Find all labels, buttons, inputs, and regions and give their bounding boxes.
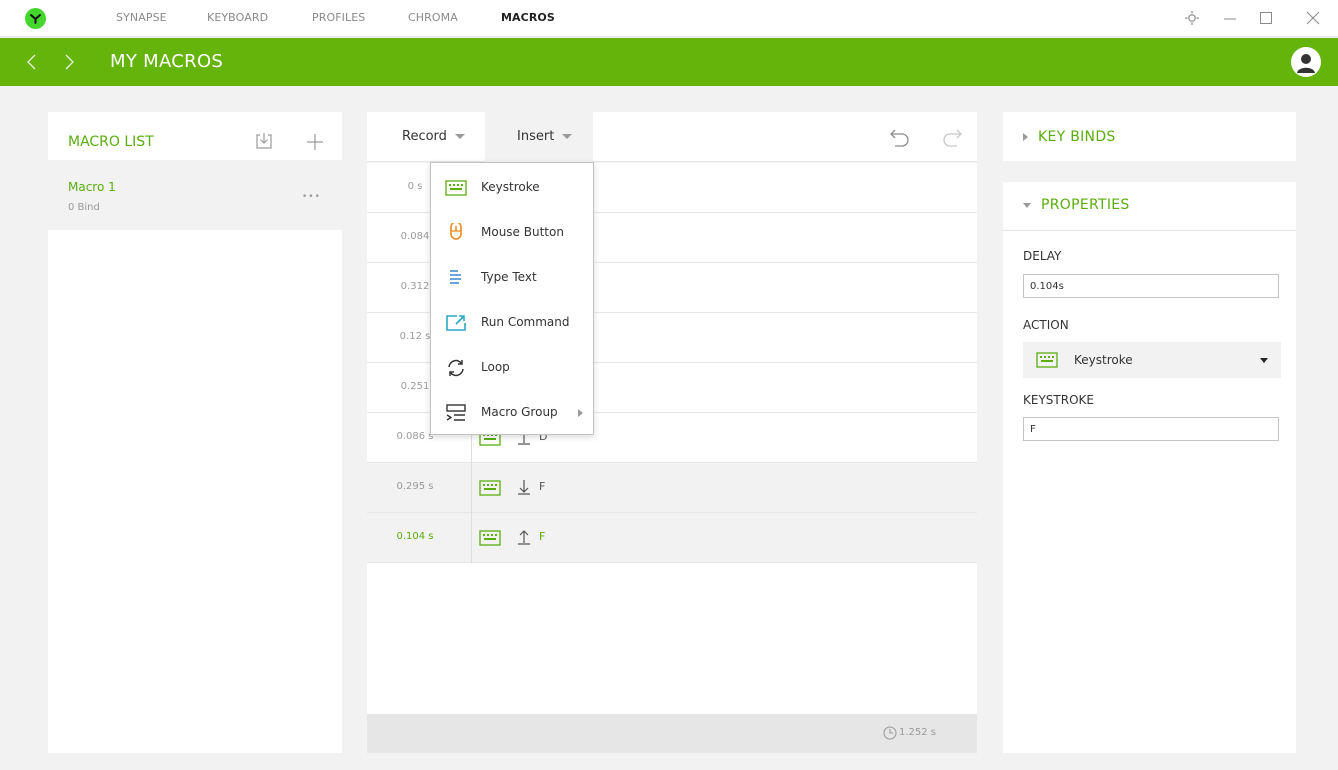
menu-item-label: Keystroke [481,180,540,194]
delay-label: DELAY [1023,249,1062,263]
keystroke-input[interactable]: F [1023,417,1279,441]
add-macro-icon[interactable] [306,133,324,151]
keyboard-icon [479,479,501,501]
properties-header[interactable]: PROPERTIES [1023,197,1130,213]
top-nav-bar: SYNAPSE KEYBOARD PROFILES CHROMA MACROS [0,0,1338,37]
minimize-icon[interactable] [1222,10,1238,26]
nav-chroma[interactable]: CHROMA [408,11,458,24]
mouse-icon [450,223,462,240]
macro-group-icon [446,404,466,421]
menu-item-run-command[interactable]: Run Command [431,300,593,345]
macro-action-row[interactable]: 0.104 s F [367,513,977,563]
action-value: Keystroke [1074,353,1133,367]
menu-item-macro-group[interactable]: Macro Group [431,390,593,435]
razer-logo-icon[interactable] [25,8,46,29]
properties-title: PROPERTIES [1041,197,1130,213]
row-key: F [539,530,546,543]
key-up-icon [517,528,531,550]
properties-panel: PROPERTIES DELAY 0.104s ACTION Keystroke… [1003,182,1296,753]
key-binds-panel[interactable]: KEY BINDS [1003,112,1296,161]
row-delay[interactable]: 0.104 s [367,531,463,542]
dropdown-caret-icon [1260,358,1268,363]
submenu-arrow-icon [578,409,583,417]
key-binds-title: KEY BINDS [1038,129,1116,145]
run-command-icon [446,315,466,331]
record-label: Record [402,129,447,144]
page-title: MY MACROS [110,51,224,72]
insert-menu: Keystroke Mouse Button Type Text Run Com… [430,162,594,435]
menu-item-mouse-button[interactable]: Mouse Button [431,210,593,255]
row-key: F [539,480,546,493]
macro-editor-toolbar: Record Insert [367,112,977,162]
delay-input[interactable]: 0.104s [1023,274,1279,298]
menu-item-label: Macro Group [481,405,558,419]
nav-keyboard[interactable]: KEYBOARD [207,11,268,24]
action-select[interactable]: Keystroke [1023,342,1281,378]
row-delay[interactable]: 0.295 s [367,481,463,492]
macro-list-title: MACRO LIST [68,134,154,150]
menu-item-label: Type Text [481,270,537,284]
menu-item-type-text[interactable]: Type Text [431,255,593,300]
keystroke-label: KEYSTROKE [1023,393,1094,407]
more-options-icon[interactable]: ••• [302,192,321,202]
divider [1003,230,1296,231]
menu-item-label: Mouse Button [481,225,564,239]
expand-arrow-icon [1023,133,1028,141]
menu-item-label: Run Command [481,315,570,329]
keyboard-icon [1036,352,1058,368]
undo-icon[interactable] [889,126,911,148]
loop-icon [448,359,464,377]
action-label: ACTION [1023,318,1069,332]
row-separator [471,463,472,513]
macro-editor-footer: 1.252 s [367,714,977,753]
macro-list-panel: MACRO LIST Macro 1 0 Bind ••• [48,112,342,753]
macro-list-item[interactable]: Macro 1 0 Bind ••• [48,160,342,230]
record-dropdown[interactable]: Record [402,112,482,162]
menu-item-label: Loop [481,360,510,374]
keyboard-icon [479,529,501,551]
settings-icon[interactable] [1184,10,1200,26]
back-arrow-icon[interactable] [25,52,39,72]
maximize-icon[interactable] [1258,10,1274,26]
total-time: 1.252 s [899,727,937,738]
page-header: MY MACROS [0,38,1338,86]
menu-item-keystroke[interactable]: Keystroke [431,165,593,210]
nav-synapse[interactable]: SYNAPSE [116,11,167,24]
insert-caret-icon [562,134,573,139]
keyboard-icon [445,180,467,196]
row-separator [471,513,472,563]
record-caret-icon [454,134,465,139]
nav-macros[interactable]: MACROS [501,11,555,24]
collapse-arrow-icon [1023,202,1031,208]
key-down-icon [517,478,531,500]
clock-icon [883,726,897,740]
insert-dropdown[interactable]: Insert [485,112,593,162]
import-icon[interactable] [254,131,274,151]
insert-label: Insert [517,129,555,144]
close-icon[interactable] [1305,10,1321,26]
macro-name: Macro 1 [68,180,116,194]
nav-profiles[interactable]: PROFILES [312,11,365,24]
menu-item-loop[interactable]: Loop [431,345,593,390]
text-lines-icon [450,270,461,284]
user-avatar-icon[interactable] [1291,47,1321,77]
forward-arrow-icon[interactable] [62,52,76,72]
macro-action-row[interactable]: 0.295 s F [367,463,977,513]
redo-icon[interactable] [941,126,963,148]
macro-binds: 0 Bind [68,202,100,213]
